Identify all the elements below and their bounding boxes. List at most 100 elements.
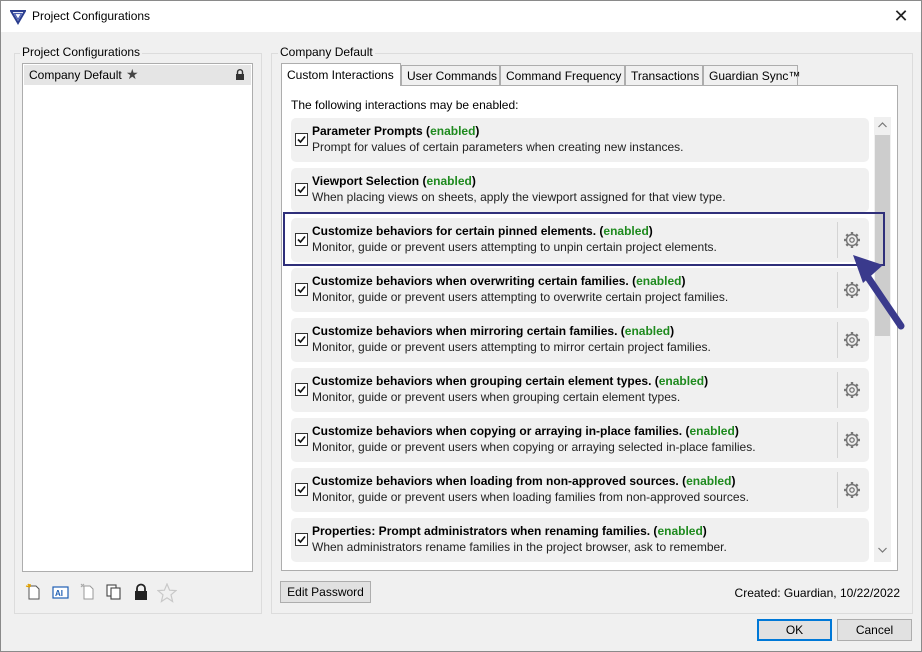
status-enabled: enabled: [426, 174, 472, 188]
enabled-checkbox[interactable]: [295, 533, 308, 546]
interaction-description: Monitor, guide or prevent users when cop…: [312, 440, 756, 454]
custom-interactions-panel: The following interactions may be enable…: [281, 85, 898, 571]
enabled-checkbox[interactable]: [295, 483, 308, 496]
checkmark-icon: [297, 335, 306, 344]
interaction-description: Monitor, guide or prevent users attempti…: [312, 340, 711, 354]
status-enabled: enabled: [658, 374, 705, 388]
checkmark-icon: [297, 435, 306, 444]
interaction-row: Customize behaviors when loading from no…: [291, 468, 869, 512]
vertical-scrollbar[interactable]: [874, 117, 891, 562]
tab-command-frequency[interactable]: Command Frequency: [500, 65, 625, 86]
interaction-row: Parameter Prompts (enabled) Prompt for va…: [291, 118, 869, 162]
checkmark-icon: [297, 285, 306, 294]
interaction-title-text: Viewport Selection: [312, 174, 420, 188]
checkmark-icon: [297, 485, 306, 494]
status-enabled: enabled: [689, 424, 735, 438]
gear-icon[interactable]: [843, 331, 861, 349]
status-enabled: enabled: [686, 474, 732, 488]
gear-icon[interactable]: [843, 381, 861, 399]
enabled-checkbox[interactable]: [295, 333, 308, 346]
checkmark-icon: [297, 385, 306, 394]
interaction-title: Parameter Prompts (enabled): [312, 124, 480, 138]
checkmark-icon: [297, 535, 306, 544]
interaction-title-text: Customize behaviors when mirroring certa…: [312, 324, 618, 338]
scroll-down-icon[interactable]: [878, 547, 887, 553]
enabled-checkbox[interactable]: [295, 433, 308, 446]
interaction-title: Customize behaviors when copying or arra…: [312, 424, 739, 438]
status-enabled: enabled: [624, 324, 671, 338]
interaction-row: Customize behaviors when mirroring certa…: [291, 318, 869, 362]
interaction-title-text: Customize behaviors when loading from no…: [312, 474, 679, 488]
row-divider: [837, 322, 838, 358]
copy-icon[interactable]: [79, 583, 97, 601]
interaction-title: Viewport Selection (enabled): [312, 174, 476, 188]
title-bar: Project Configurations ✕: [1, 1, 921, 32]
enabled-checkbox[interactable]: [295, 183, 308, 196]
status-enabled: enabled: [636, 274, 682, 288]
company-default-label: Company Default: [278, 45, 375, 59]
interaction-row: Customize behaviors when overwriting cer…: [291, 268, 869, 312]
interaction-title: Properties: Prompt administrators when r…: [312, 524, 707, 538]
project-configurations-window: Project Configurations ✕ Project Configu…: [0, 0, 922, 652]
interaction-title-text: Customize behaviors when grouping certai…: [312, 374, 652, 388]
configuration-list[interactable]: Company Default ★: [22, 63, 253, 572]
created-info: Created: Guardian, 10/22/2022: [734, 586, 900, 600]
row-divider: [837, 372, 838, 408]
interaction-title: Customize behaviors when loading from no…: [312, 474, 736, 488]
row-divider: [837, 272, 838, 308]
edit-password-button[interactable]: Edit Password: [280, 581, 371, 603]
enabled-checkbox[interactable]: [295, 283, 308, 296]
interaction-row: Properties: Prompt administrators when r…: [291, 518, 869, 562]
app-logo-icon: [10, 10, 26, 25]
rename-icon[interactable]: AI: [52, 583, 70, 601]
tab-user-commands[interactable]: User Commands: [401, 65, 500, 86]
interaction-title-text: Properties: Prompt administrators when r…: [312, 524, 651, 538]
list-item-company-default[interactable]: Company Default ★: [24, 65, 251, 85]
ok-button[interactable]: OK: [757, 619, 832, 641]
tab-transactions[interactable]: Transactions: [625, 65, 703, 86]
interaction-description: Monitor, guide or prevent users attempti…: [312, 290, 729, 304]
new-config-icon[interactable]: [25, 583, 43, 601]
callout-arrow-icon: [853, 255, 905, 330]
interaction-title-text: Customize behaviors when overwriting cer…: [312, 274, 629, 288]
interaction-title: Customize behaviors when mirroring certa…: [312, 324, 675, 338]
interaction-description: When placing views on sheets, apply the …: [312, 190, 726, 204]
lock-icon: [236, 69, 244, 80]
interaction-title-text: Customize behaviors when copying or arra…: [312, 424, 683, 438]
status-enabled: enabled: [430, 124, 476, 138]
gear-icon[interactable]: [843, 481, 861, 499]
status-enabled: enabled: [657, 524, 703, 538]
interaction-description: Monitor, guide or prevent users when loa…: [312, 490, 749, 504]
cancel-button[interactable]: Cancel: [837, 619, 912, 641]
checkmark-icon: [297, 185, 306, 194]
interaction-row: Customize behaviors when grouping certai…: [291, 368, 869, 412]
interaction-title-text: Parameter Prompts: [312, 124, 423, 138]
interaction-title: Customize behaviors when overwriting cer…: [312, 274, 686, 288]
scroll-up-icon[interactable]: [878, 122, 887, 128]
intro-text: The following interactions may be enable…: [291, 98, 519, 112]
interaction-title: Customize behaviors when grouping certai…: [312, 374, 709, 388]
star-icon[interactable]: [157, 583, 177, 603]
interaction-description: When administrators rename families in t…: [312, 540, 727, 554]
interaction-description: Prompt for values of certain parameters …: [312, 140, 684, 154]
lock-toggle-icon[interactable]: [132, 583, 150, 601]
highlight-box: [283, 212, 885, 266]
svg-text:AI: AI: [55, 589, 63, 598]
interaction-row: Customize behaviors when copying or arra…: [291, 418, 869, 462]
checkmark-icon: [297, 135, 306, 144]
enabled-checkbox[interactable]: [295, 383, 308, 396]
duplicate-icon[interactable]: [105, 583, 123, 601]
project-configurations-label: Project Configurations: [20, 45, 143, 59]
close-icon[interactable]: ✕: [891, 6, 911, 26]
gear-icon[interactable]: [843, 431, 861, 449]
enabled-checkbox[interactable]: [295, 133, 308, 146]
window-title: Project Configurations: [32, 9, 151, 23]
tab-guardian-sync[interactable]: Guardian Sync™: [703, 65, 800, 86]
interaction-row: Viewport Selection (enabled) When placing…: [291, 168, 869, 212]
tab-custom-interactions[interactable]: Custom Interactions: [281, 63, 401, 86]
list-item-label: Company Default: [29, 68, 122, 82]
row-divider: [837, 472, 838, 508]
row-divider: [837, 422, 838, 458]
interaction-description: Monitor, guide or prevent users when gro…: [312, 390, 681, 404]
default-star-icon: ★: [126, 66, 139, 82]
